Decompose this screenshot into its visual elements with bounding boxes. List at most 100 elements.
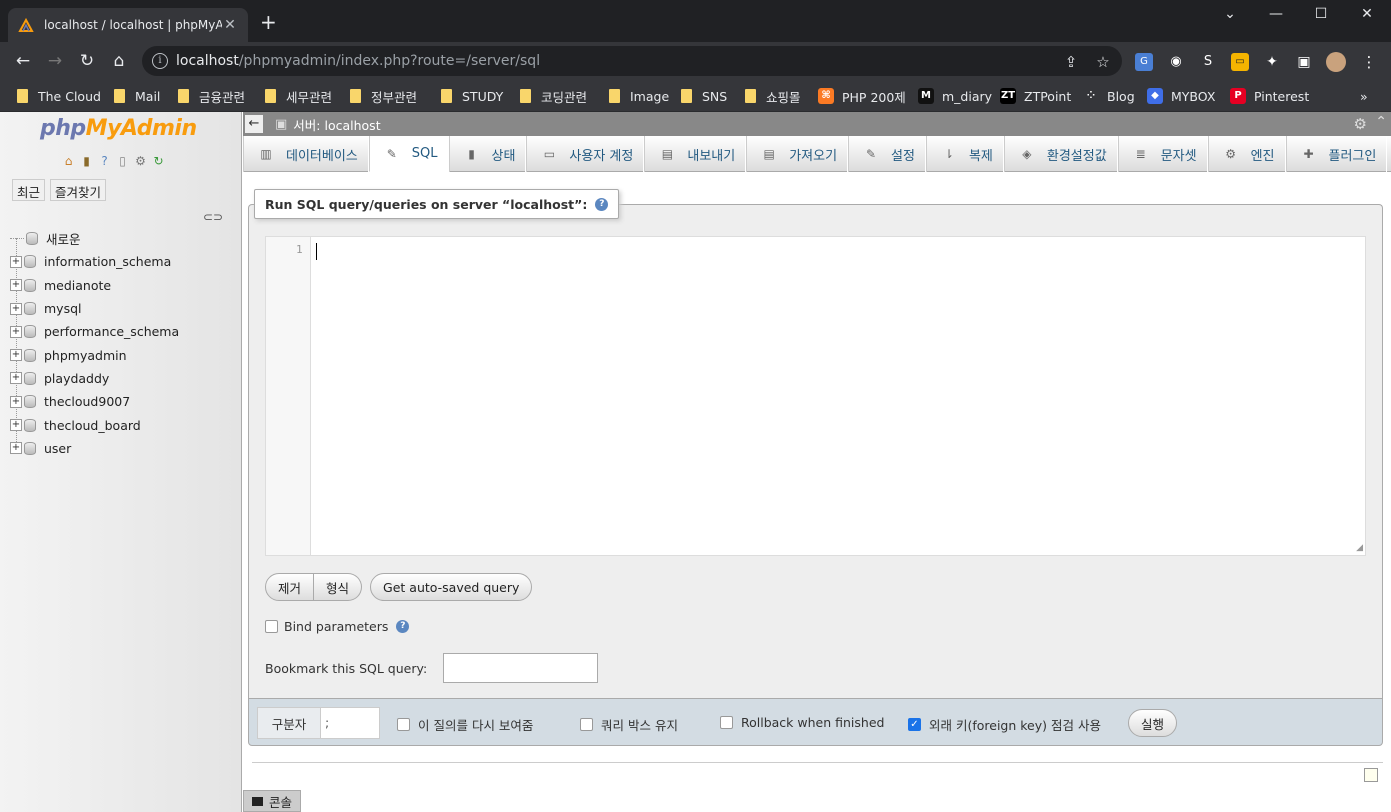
browser-menu-icon[interactable]: ⋮: [1360, 53, 1378, 71]
minimize-button[interactable]: —: [1264, 6, 1288, 22]
collapse-top-icon[interactable]: ⌃: [1375, 114, 1387, 130]
reload-nav-icon[interactable]: ↻: [151, 154, 166, 169]
rollback-checkbox[interactable]: [720, 716, 733, 729]
extensions-puzzle-icon[interactable]: ✦: [1263, 53, 1281, 71]
expand-icon[interactable]: +: [10, 442, 22, 455]
collapse-nav-button[interactable]: ←: [245, 115, 263, 133]
tree-item-database[interactable]: + medianote: [10, 274, 179, 297]
s-extension-icon[interactable]: S: [1199, 53, 1217, 71]
camera-extension-icon[interactable]: ◉: [1167, 53, 1185, 71]
bookmark-item[interactable]: Mm_diary: [918, 85, 992, 107]
tab-menu-3[interactable]: ▭ 사용자 계정: [526, 136, 645, 172]
clear-button[interactable]: 제거: [265, 573, 315, 601]
profile-avatar[interactable]: [1326, 52, 1346, 72]
bookmark-item[interactable]: ⁘ Blog: [1083, 85, 1135, 107]
tab-menu-11[interactable]: ✚ 플러그인: [1285, 136, 1388, 172]
bookmark-item[interactable]: 쇼핑몰: [745, 85, 801, 107]
tree-item-label[interactable]: 새로운: [46, 229, 81, 248]
side-panel-icon[interactable]: ▣: [1295, 53, 1313, 71]
browser-tab[interactable]: localhost / localhost | phpMyAd ✕: [8, 8, 248, 42]
tree-item-new[interactable]: 새로운: [10, 227, 179, 250]
bookmark-item[interactable]: Mail: [114, 85, 160, 107]
maximize-button[interactable]: ☐: [1309, 6, 1333, 22]
home-icon[interactable]: ⌂: [61, 154, 76, 169]
retain-query-box-checkbox[interactable]: [580, 718, 593, 731]
show-query-again-option[interactable]: 이 질의를 다시 보여줌: [397, 715, 533, 734]
tree-item-database[interactable]: + mysql: [10, 297, 179, 320]
site-info-icon[interactable]: i: [152, 53, 168, 69]
expand-icon[interactable]: +: [10, 325, 22, 338]
bookmarks-overflow-button[interactable]: »: [1360, 85, 1368, 107]
show-query-again-checkbox[interactable]: [397, 718, 410, 731]
foreign-key-check-checkbox[interactable]: ✓: [908, 718, 921, 731]
tab-menu-7[interactable]: ⇂ 복제: [925, 136, 1004, 172]
chevron-down-icon[interactable]: ⌄: [1218, 6, 1242, 22]
home-button[interactable]: ⌂: [108, 50, 130, 72]
tree-item-database[interactable]: + phpmyadmin: [10, 343, 179, 366]
format-button[interactable]: 형식: [314, 573, 363, 601]
bookmark-item[interactable]: ⌘ PHP 200제: [818, 85, 906, 107]
tab-recent[interactable]: 최근: [12, 179, 46, 201]
bookmark-item[interactable]: STUDY: [441, 85, 503, 107]
reload-button[interactable]: ↻: [76, 50, 98, 72]
tree-item-label[interactable]: mysql: [44, 301, 82, 316]
go-button[interactable]: 실행: [1128, 709, 1178, 737]
tree-item-label[interactable]: information_schema: [44, 254, 171, 269]
tab-menu-4[interactable]: ▤ 내보내기: [644, 136, 747, 172]
bookmark-item[interactable]: 금융관련: [178, 85, 245, 107]
tab-menu-9[interactable]: ≣ 문자셋: [1117, 136, 1208, 172]
tab-close-icon[interactable]: ✕: [222, 17, 238, 33]
tab-menu-2[interactable]: ▮ 상태: [448, 136, 527, 172]
expand-icon[interactable]: +: [10, 302, 22, 315]
tree-item-database[interactable]: + playdaddy: [10, 367, 179, 390]
tab-menu-5[interactable]: ▤ 가져오기: [746, 136, 849, 172]
tree-item-label[interactable]: thecloud9007: [44, 394, 130, 409]
docs-icon[interactable]: ▯: [115, 154, 130, 169]
bookmark-input[interactable]: [443, 653, 599, 683]
tab-menu-0[interactable]: ▥ 데이터베이스: [243, 136, 369, 172]
expand-icon[interactable]: +: [10, 419, 22, 432]
tree-item-label[interactable]: performance_schema: [44, 324, 179, 339]
new-tab-button[interactable]: +: [260, 12, 277, 32]
bookmark-star-icon[interactable]: ☆: [1094, 53, 1112, 71]
tree-item-label[interactable]: playdaddy: [44, 371, 109, 386]
bookmark-item[interactable]: 정부관련: [350, 85, 417, 107]
tree-item-database[interactable]: + user: [10, 437, 179, 460]
expand-icon[interactable]: +: [10, 372, 22, 385]
share-icon[interactable]: ⇪: [1062, 53, 1080, 71]
bookmark-item[interactable]: Image: [609, 85, 669, 107]
address-bar[interactable]: i localhost/phpmyadmin/index.php?route=/…: [142, 46, 1122, 76]
tree-item-database[interactable]: + thecloud_board: [10, 413, 179, 436]
tab-menu-6[interactable]: ✎ 설정: [848, 136, 926, 172]
forward-button[interactable]: →: [44, 50, 66, 72]
retain-query-box-option[interactable]: 쿼리 박스 유지: [580, 715, 678, 734]
bookmark-item[interactable]: SNS: [681, 85, 727, 107]
tree-item-label[interactable]: medianote: [44, 278, 111, 293]
expand-icon[interactable]: +: [10, 349, 22, 362]
bookmark-item[interactable]: 세무관련: [265, 85, 332, 107]
expand-icon[interactable]: +: [10, 255, 22, 268]
tab-favorites[interactable]: 즐겨찾기: [50, 179, 107, 201]
folder-extension-icon[interactable]: ▭: [1231, 53, 1249, 71]
tree-item-database[interactable]: + information_schema: [10, 250, 179, 273]
link-with-main-icon[interactable]: ⊂⊃: [203, 210, 223, 224]
bind-parameters-checkbox[interactable]: [265, 620, 278, 633]
close-window-button[interactable]: ✕: [1355, 6, 1379, 22]
tab-menu-10[interactable]: ⚙ 엔진: [1207, 136, 1286, 172]
breadcrumb-server[interactable]: 서버: localhost: [293, 115, 380, 134]
bookmark-item[interactable]: P Pinterest: [1230, 85, 1309, 107]
tree-item-database[interactable]: + thecloud9007: [10, 390, 179, 413]
tree-item-database[interactable]: + performance_schema: [10, 320, 179, 343]
sql-editor[interactable]: 1 ◢: [265, 236, 1366, 556]
get-auto-saved-query-button[interactable]: Get auto-saved query: [370, 573, 533, 601]
console-toggle[interactable]: 콘솔: [243, 790, 301, 812]
foreign-key-check-option[interactable]: ✓ 외래 키(foreign key) 점검 사용: [908, 715, 1101, 734]
legend-help-icon[interactable]: ?: [595, 197, 609, 211]
bookmark-item[interactable]: The Cloud: [17, 85, 101, 107]
bookmark-item[interactable]: ZT ZTPoint: [1000, 85, 1071, 107]
resize-handle-icon[interactable]: ◢: [1356, 543, 1363, 553]
tab-menu-1[interactable]: ✎ SQL: [368, 136, 449, 172]
phpmyadmin-logo[interactable]: phpMyAdmin: [40, 116, 197, 141]
logout-icon[interactable]: ▮: [79, 154, 94, 169]
delimiter-input[interactable]: ;: [320, 707, 380, 739]
